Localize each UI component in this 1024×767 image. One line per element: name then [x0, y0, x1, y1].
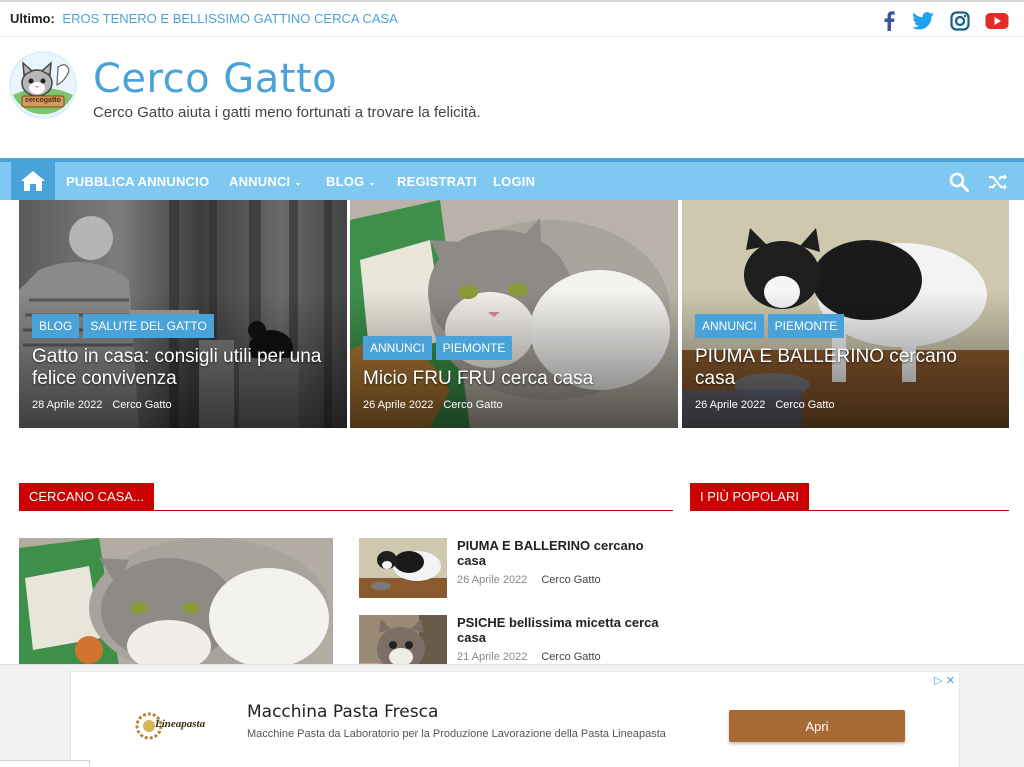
ad-logo-text: Lineapasta [155, 718, 206, 730]
category-badge[interactable]: PIEMONTE [435, 336, 513, 360]
search-icon[interactable] [947, 170, 971, 194]
nav-label: BLOG [326, 174, 365, 189]
card-title[interactable]: Gatto in casa: consigli utili per una fe… [32, 346, 337, 390]
post-author[interactable]: Cerco Gatto [541, 651, 600, 663]
chevron-down-icon: ⌄ [294, 177, 303, 187]
card-meta: 26 Aprile 2022 Cerco Gatto [363, 399, 503, 411]
post-thumbnail[interactable] [359, 538, 447, 598]
nav-label: PUBBLICA ANNUNCIO [66, 174, 210, 189]
post-date[interactable]: 21 Aprile 2022 [457, 651, 527, 663]
latest-ticker: Ultimo: EROS TENERO E BELLISSIMO GATTINO… [10, 11, 398, 26]
ad-unit[interactable]: ▷ ✕ Lineapasta Macchina Pasta Fresca Mac… [70, 671, 960, 767]
card-badges: BLOG SALUTE DEL GATTO [32, 314, 214, 338]
nav-registrati[interactable]: REGISTRATI [397, 174, 477, 189]
card-meta: 28 Aprile 2022 Cerco Gatto [32, 399, 172, 411]
ticker-link[interactable]: EROS TENERO E BELLISSIMO GATTINO CERCA C… [62, 11, 397, 26]
category-badge[interactable]: BLOG [32, 314, 80, 338]
section-title: CERCANO CASA... [19, 483, 154, 510]
ad-description: Macchine Pasta da Laboratorio per la Pro… [247, 728, 666, 740]
section-header: CERCANO CASA... [19, 483, 673, 511]
twitter-icon[interactable] [911, 9, 935, 33]
nav-label: ANNUNCI [229, 174, 291, 189]
nav-login[interactable]: LOGIN [493, 174, 535, 189]
featured-card[interactable]: BLOG SALUTE DEL GATTO Gatto in casa: con… [19, 200, 347, 428]
main-nav: PUBBLICA ANNUNCIO ANNUNCI ⌄ BLOG ⌄ REGISTR… [0, 158, 1024, 200]
ad-open-button[interactable]: Apri [729, 710, 905, 742]
shuffle-icon[interactable] [986, 170, 1010, 194]
site-title[interactable]: Cerco Gatto [93, 56, 337, 102]
nav-label: LOGIN [493, 174, 536, 189]
nav-annunci[interactable]: ANNUNCI ⌄ [229, 174, 302, 189]
card-shade [350, 200, 678, 428]
category-badge[interactable]: ANNUNCI [695, 314, 764, 338]
post-date[interactable]: 26 Aprile 2022 [363, 399, 433, 411]
post-date[interactable]: 26 Aprile 2022 [457, 574, 527, 586]
ad-choices-icon[interactable]: ▷ ✕ [934, 674, 955, 687]
category-badge[interactable]: SALUTE DEL GATTO [83, 314, 214, 338]
card-badges: ANNUNCI PIEMONTE [363, 336, 513, 360]
nav-label: REGISTRATI [397, 174, 477, 189]
site-logo[interactable]: cercogatto [9, 51, 77, 119]
section-title: I PIÙ POPOLARI [690, 483, 809, 510]
post-title[interactable]: PSICHE bellissima micetta cerca casa [457, 615, 675, 645]
post-author[interactable]: Cerco Gatto [443, 399, 502, 411]
ad-banner: ▷ ✕ Lineapasta Macchina Pasta Fresca Mac… [0, 664, 1024, 767]
card-title[interactable]: PIUMA E BALLERINO cercano casa [695, 346, 1000, 390]
post-meta: 21 Aprile 2022 Cerco Gatto [457, 651, 601, 663]
post-author[interactable]: Cerco Gatto [775, 399, 834, 411]
page-corner [0, 760, 90, 767]
chevron-down-icon: ⌄ [368, 177, 377, 187]
post-title[interactable]: PIUMA E BALLERINO cercano casa [457, 538, 675, 568]
post-date[interactable]: 26 Aprile 2022 [695, 399, 765, 411]
ad-logo[interactable]: Lineapasta [135, 706, 205, 746]
instagram-icon[interactable] [948, 9, 972, 33]
facebook-icon[interactable] [877, 9, 901, 33]
top-bar: Ultimo: EROS TENERO E BELLISSIMO GATTINO… [0, 0, 1024, 37]
post-meta: 26 Aprile 2022 Cerco Gatto [457, 574, 601, 586]
youtube-icon[interactable] [985, 9, 1009, 33]
post-thumbnail[interactable] [19, 538, 333, 666]
featured-card[interactable]: ANNUNCI PIEMONTE Micio FRU FRU cerca cas… [350, 200, 678, 428]
post-author[interactable]: Cerco Gatto [112, 399, 171, 411]
nav-blog[interactable]: BLOG ⌄ [326, 174, 376, 189]
home-icon [21, 171, 45, 191]
section-header: I PIÙ POPOLARI [690, 483, 1009, 511]
category-badge[interactable]: ANNUNCI [363, 336, 432, 360]
site-tagline: Cerco Gatto aiuta i gatti meno fortunati… [93, 104, 481, 121]
category-badge[interactable]: PIEMONTE [767, 314, 845, 338]
ticker-label: Ultimo: [10, 11, 55, 26]
featured-card[interactable]: ANNUNCI PIEMONTE PIUMA E BALLERINO cerca… [682, 200, 1009, 428]
card-badges: ANNUNCI PIEMONTE [695, 314, 845, 338]
home-button[interactable] [11, 162, 55, 200]
list-item[interactable]: PIUMA E BALLERINO cercano casa 26 Aprile… [359, 538, 675, 600]
ad-title[interactable]: Macchina Pasta Fresca [247, 702, 438, 722]
nav-pubblica-annuncio[interactable]: PUBBLICA ANNUNCIO [66, 174, 209, 189]
post-author[interactable]: Cerco Gatto [541, 574, 600, 586]
card-meta: 26 Aprile 2022 Cerco Gatto [695, 399, 835, 411]
card-title[interactable]: Micio FRU FRU cerca casa [363, 368, 668, 390]
logo-text: cercogatto [25, 97, 61, 104]
post-date[interactable]: 28 Aprile 2022 [32, 399, 102, 411]
